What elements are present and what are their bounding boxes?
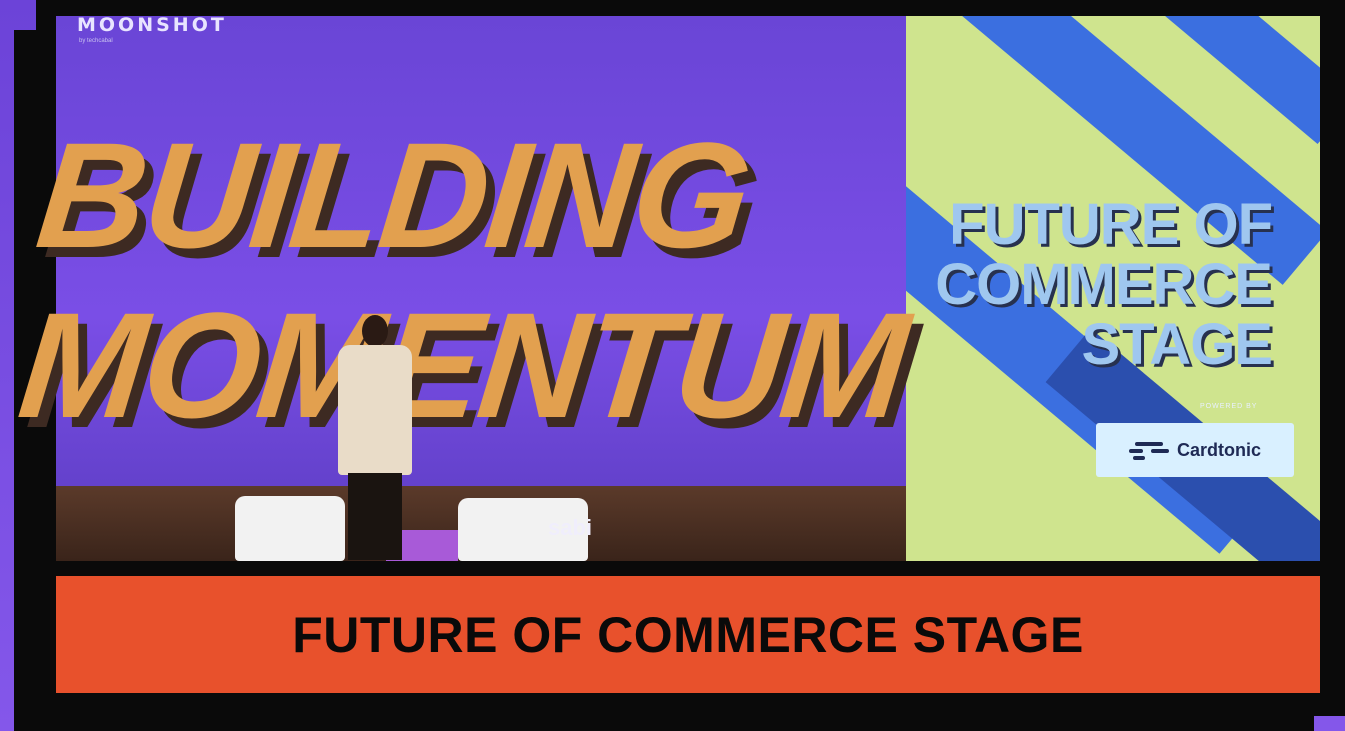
couch-left (235, 496, 345, 561)
cardtonic-mark-icon (1128, 440, 1169, 460)
side-title-line-1: FUTURE OF (949, 192, 1273, 257)
screen-title-line-1: BUILDING (30, 111, 757, 279)
screen-title-line-2: MOMENTUM (12, 281, 914, 449)
moonshot-subtitle: by techcabal (79, 38, 113, 44)
powered-by-label: POWERED BY (1200, 403, 1258, 410)
caption-banner: FUTURE OF COMMERCE STAGE (56, 576, 1320, 693)
side-title-line-3: STAGE (1081, 312, 1274, 377)
side-title-line-2: COMMERCE (935, 252, 1273, 317)
cardtonic-wordmark: Cardtonic (1176, 439, 1261, 460)
sabi-logo: sabi (548, 515, 593, 540)
banner-title: FUTURE OF COMMERCE STAGE (292, 606, 1084, 663)
side-screen-title: FUTURE OF COMMERCE STAGE (902, 192, 1274, 377)
moonshot-logo: MOONSHOT (77, 14, 227, 36)
screen-title: BUILDING MOMENTUM (12, 110, 932, 450)
speaker (330, 315, 420, 560)
cardtonic-logo: Cardtonic (1096, 423, 1294, 477)
